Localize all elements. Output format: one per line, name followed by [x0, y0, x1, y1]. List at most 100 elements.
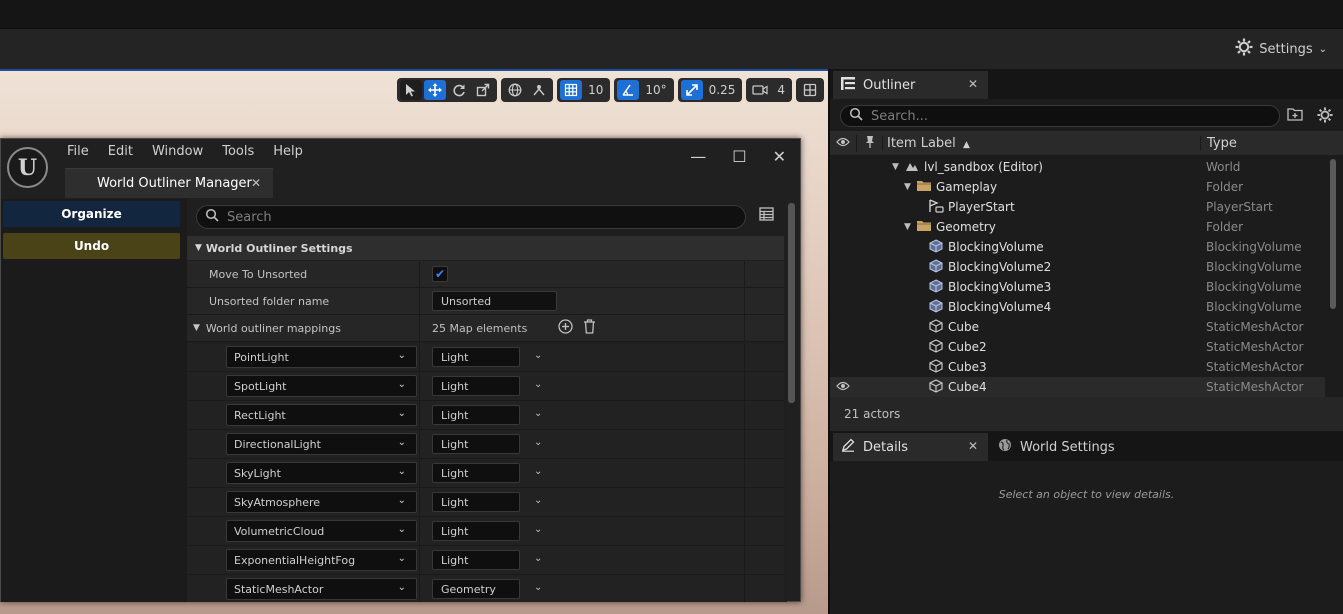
mapping-value-input[interactable]: Light [432, 405, 520, 425]
menu-edit[interactable]: Edit [108, 144, 133, 159]
close-icon[interactable]: ✕ [773, 147, 786, 166]
tab-outliner[interactable]: Outliner ✕ [833, 71, 988, 99]
trash-icon[interactable] [583, 319, 596, 337]
select-tool-icon[interactable] [400, 80, 423, 100]
outliner-search-input[interactable]: Search... [840, 105, 1280, 127]
world-outliner-settings-header[interactable]: ▼ World Outliner Settings [187, 236, 784, 260]
grid-snap-group[interactable]: 10 [557, 78, 611, 102]
maximize-icon[interactable]: ☐ [732, 147, 746, 166]
mapping-key-dropdown[interactable]: StaticMeshActor ⌄ [226, 578, 417, 600]
layout-group[interactable] [796, 78, 824, 102]
visibility-column-icon[interactable] [830, 136, 856, 151]
outliner-row[interactable]: Cube3 StaticMeshActor [830, 357, 1325, 377]
undo-button[interactable]: Undo [3, 233, 180, 259]
outliner-row[interactable]: BlockingVolume3 BlockingVolume [830, 277, 1325, 297]
rotation-snap-group[interactable]: 10° [614, 78, 674, 102]
outliner-row[interactable]: BlockingVolume BlockingVolume [830, 237, 1325, 257]
expand-arrow-icon[interactable]: ▼ [904, 222, 911, 232]
chevron-down-icon[interactable]: ⌄ [534, 466, 542, 477]
mapping-key-dropdown[interactable]: DirectionalLight ⌄ [226, 433, 417, 455]
minimize-icon[interactable]: — [690, 147, 706, 166]
tab-world-outliner-manager[interactable]: World Outliner Manager ✕ [65, 168, 273, 198]
camera-speed-value[interactable]: 4 [773, 83, 789, 97]
mapping-key-dropdown[interactable]: SkyAtmosphere ⌄ [226, 491, 417, 513]
menu-file[interactable]: File [67, 144, 89, 159]
tab-world-settings[interactable]: World Settings [998, 433, 1115, 461]
mapping-value-input[interactable]: Geometry [432, 579, 520, 599]
camera-speed-group[interactable]: 4 [746, 78, 792, 102]
expand-arrow-icon[interactable]: ▼ [904, 182, 911, 192]
camera-icon[interactable] [749, 80, 771, 100]
outliner-row[interactable]: Cube4 StaticMeshActor [830, 377, 1325, 397]
type-column[interactable]: Type [1200, 135, 1237, 151]
close-tab-icon[interactable]: ✕ [968, 439, 978, 453]
item-label-column[interactable]: Item Label ▲ [882, 135, 1200, 151]
item-type: StaticMeshActor [1206, 360, 1304, 374]
mapping-key-dropdown[interactable]: SkyLight ⌄ [226, 462, 417, 484]
outliner-row[interactable]: Cube2 StaticMeshActor [830, 337, 1325, 357]
chevron-down-icon[interactable]: ⌄ [534, 350, 542, 361]
scale-snap-value[interactable]: 0.25 [705, 83, 740, 97]
outliner-row[interactable]: ▼ Gameplay Folder [830, 177, 1325, 197]
chevron-down-icon[interactable]: ⌄ [534, 553, 542, 564]
grid-snap-icon[interactable] [560, 80, 583, 100]
rotate-tool-icon[interactable] [448, 80, 470, 100]
mapping-value-input[interactable]: Light [432, 550, 520, 570]
chevron-down-icon[interactable]: ⌄ [534, 437, 542, 448]
mapping-key-dropdown[interactable]: SpotLight ⌄ [226, 375, 417, 397]
new-folder-icon[interactable] [1287, 107, 1303, 126]
pin-column-icon[interactable] [856, 134, 882, 152]
close-tab-icon[interactable]: ✕ [968, 77, 978, 91]
chevron-down-icon[interactable]: ⌄ [534, 495, 542, 506]
mapping-value-input[interactable]: Light [432, 492, 520, 512]
move-to-unsorted-checkbox[interactable]: ✔ [432, 266, 448, 282]
unsorted-folder-input[interactable]: Unsorted [432, 291, 557, 311]
translate-tool-icon[interactable] [424, 80, 447, 100]
mappings-header[interactable]: ▼ World outliner mappings [187, 315, 420, 341]
chevron-down-icon[interactable]: ⌄ [534, 524, 542, 535]
outliner-row[interactable]: ▼ lvl_sandbox (Editor) World [830, 157, 1325, 177]
rotation-snap-icon[interactable] [617, 80, 640, 100]
world-coords-icon[interactable] [504, 80, 526, 100]
viewport-layout-icon[interactable] [799, 80, 821, 100]
scale-snap-icon[interactable] [680, 80, 703, 100]
settings-search-input[interactable]: Search [196, 205, 746, 229]
mapping-value-input[interactable]: Light [432, 434, 520, 454]
grid-snap-value[interactable]: 10 [584, 83, 607, 97]
add-element-icon[interactable] [558, 319, 573, 337]
menu-tools[interactable]: Tools [222, 144, 254, 159]
mapping-value-input[interactable]: Light [432, 347, 520, 367]
chevron-down-icon[interactable]: ⌄ [534, 582, 542, 593]
chevron-down-icon[interactable]: ⌄ [534, 408, 542, 419]
mapping-key-dropdown[interactable]: PointLight ⌄ [226, 346, 417, 368]
close-tab-icon[interactable]: ✕ [251, 176, 261, 190]
menu-help[interactable]: Help [273, 144, 303, 159]
table-view-icon[interactable] [759, 207, 774, 224]
mapping-key-dropdown[interactable]: ExponentialHeightFog ⌄ [226, 549, 417, 571]
settings-button[interactable]: Settings ⌄ [1235, 38, 1327, 59]
expand-arrow-icon[interactable]: ▼ [892, 162, 899, 172]
tab-details[interactable]: Details ✕ [833, 433, 988, 461]
scale-tool-icon[interactable] [472, 80, 494, 100]
mapping-value-input[interactable]: Light [432, 463, 520, 483]
outliner-row[interactable]: BlockingVolume2 BlockingVolume [830, 257, 1325, 277]
gear-icon[interactable] [1317, 107, 1333, 126]
outliner-row[interactable]: Cube StaticMeshActor [830, 317, 1325, 337]
chevron-down-icon[interactable]: ⌄ [534, 379, 542, 390]
organize-button[interactable]: Organize [3, 201, 180, 227]
visibility-icon[interactable] [836, 380, 850, 394]
outliner-row[interactable]: PlayerStart PlayerStart [830, 197, 1325, 217]
surface-snap-icon[interactable] [528, 80, 550, 100]
mapping-value-input[interactable]: Light [432, 521, 520, 541]
menu-window[interactable]: Window [152, 144, 203, 159]
outliner-row[interactable]: ▼ Geometry Folder [830, 217, 1325, 237]
mapping-value-input[interactable]: Light [432, 376, 520, 396]
outliner-scrollbar[interactable] [1330, 159, 1336, 309]
outliner-row[interactable]: BlockingVolume4 BlockingVolume [830, 297, 1325, 317]
settings-scrollbar[interactable] [788, 203, 795, 403]
scale-snap-group[interactable]: 0.25 [677, 78, 743, 102]
rotation-snap-value[interactable]: 10° [641, 83, 670, 97]
mapping-key-dropdown[interactable]: VolumetricCloud ⌄ [226, 520, 417, 542]
divider [419, 488, 420, 516]
mapping-key-dropdown[interactable]: RectLight ⌄ [226, 404, 417, 426]
